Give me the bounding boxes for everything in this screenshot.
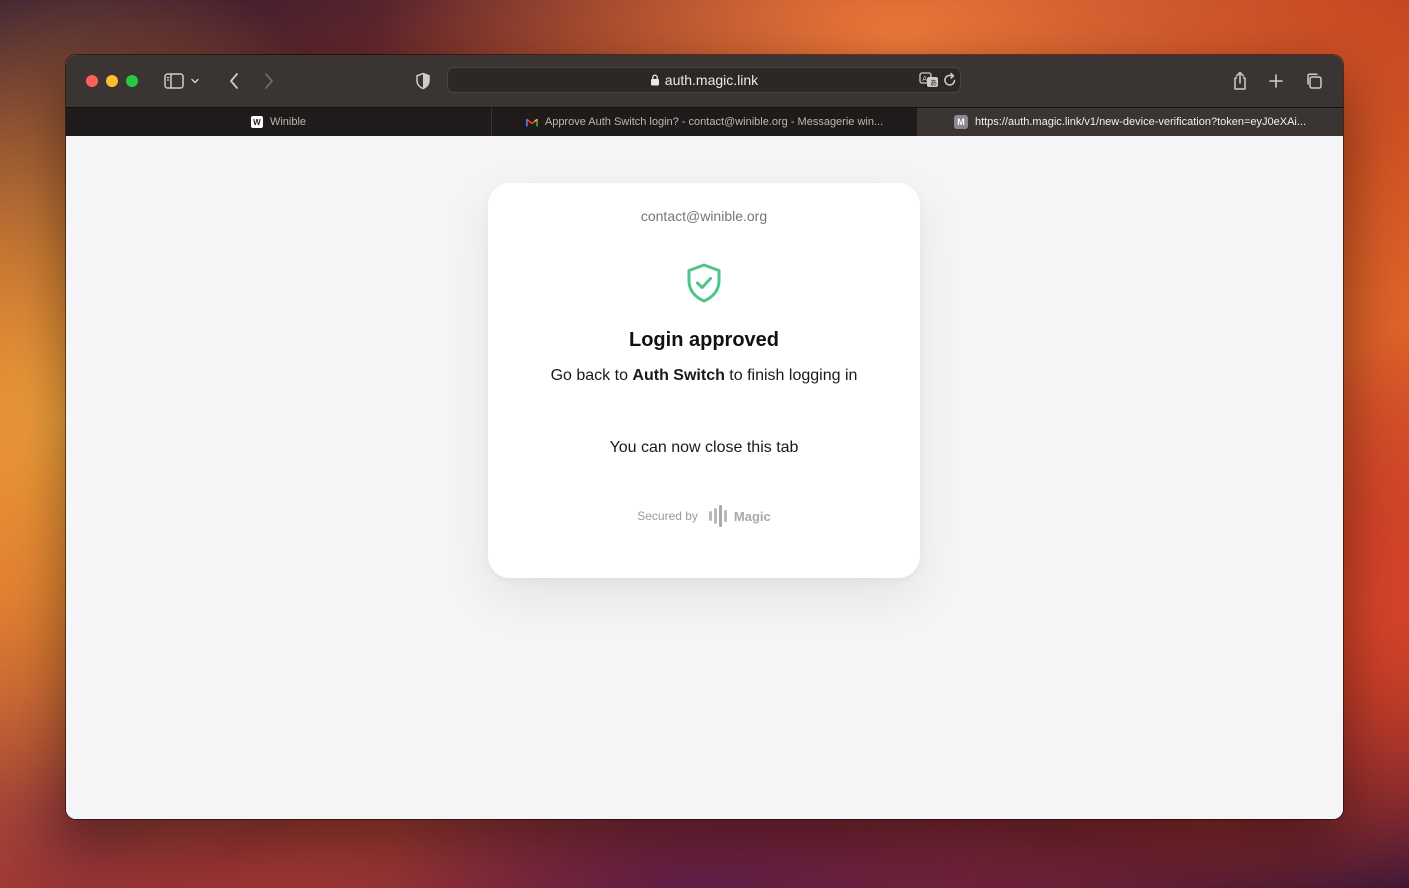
magic-brand-name: Magic (733, 508, 771, 524)
browser-toolbar: auth.magic.link Aあ (66, 55, 1343, 107)
minimize-window-button[interactable] (106, 75, 118, 87)
translate-icon[interactable]: Aあ (919, 71, 939, 94)
sidebar-toggle-icon[interactable] (162, 69, 186, 93)
tab-winible[interactable]: W Winible (66, 108, 491, 136)
zoom-window-button[interactable] (126, 75, 138, 87)
svg-text:あ: あ (930, 79, 937, 87)
return-message-suffix: to finish logging in (724, 367, 858, 384)
address-url-text: auth.magic.link (664, 72, 759, 88)
tab-gmail[interactable]: Approve Auth Switch login? - contact@win… (491, 108, 917, 136)
return-message-prefix: Go back to (550, 367, 633, 384)
browser-window: auth.magic.link Aあ W Winible Approve Aut… (66, 55, 1343, 819)
return-message: Go back to Auth Switch to finish logging… (544, 364, 864, 388)
reload-icon[interactable] (943, 72, 957, 93)
tab-magic-active[interactable]: M https://auth.magic.link/v1/new-device-… (917, 108, 1343, 136)
privacy-shield-icon[interactable] (411, 69, 435, 93)
gmail-icon (525, 116, 538, 128)
secured-by-footer: Secured by Magic (488, 505, 920, 527)
return-message-app: Auth Switch (632, 367, 725, 384)
tab-bar: W Winible Approve Auth Switch login? - c… (66, 107, 1343, 136)
tab-overview-icon[interactable] (1302, 69, 1326, 93)
svg-text:A: A (922, 75, 927, 83)
new-tab-icon[interactable] (1264, 69, 1288, 93)
page-content: contact@winible.org Login approved Go ba… (66, 136, 1343, 819)
close-window-button[interactable] (86, 75, 98, 87)
back-icon[interactable] (222, 69, 246, 93)
address-bar[interactable]: auth.magic.link Aあ (447, 67, 961, 93)
shield-check-icon (686, 263, 722, 308)
tab-label: Approve Auth Switch login? - contact@win… (544, 116, 884, 128)
close-tab-message: You can now close this tab (609, 439, 799, 456)
chevron-down-icon[interactable] (188, 69, 202, 93)
share-icon[interactable] (1228, 69, 1252, 93)
magic-logo-icon (708, 505, 727, 527)
lock-icon (650, 74, 659, 86)
page-title: Login approved (629, 329, 779, 351)
tab-label: https://auth.magic.link/v1/new-device-ve… (974, 116, 1307, 128)
forward-icon[interactable] (257, 69, 281, 93)
account-email: contact@winible.org (640, 208, 768, 224)
address-url: auth.magic.link (447, 72, 961, 88)
winible-favicon-icon: W (250, 116, 263, 128)
secured-by-label: Secured by (637, 509, 698, 523)
magic-favicon-icon: M (953, 115, 968, 129)
tab-label: Winible (269, 116, 307, 128)
approval-card: contact@winible.org Login approved Go ba… (488, 183, 920, 578)
